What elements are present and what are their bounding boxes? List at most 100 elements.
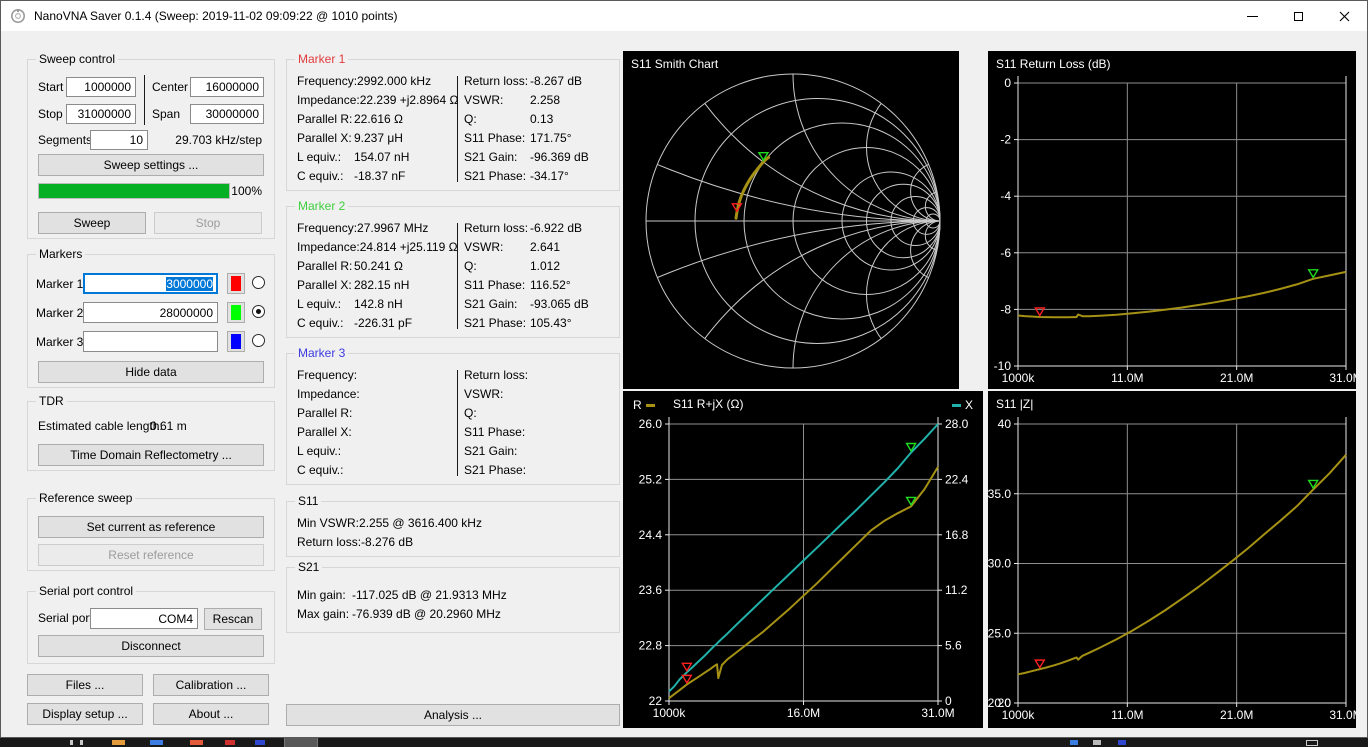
axis-tick-label: -6 <box>1000 246 1011 260</box>
sweep-button[interactable]: Sweep <box>38 212 146 234</box>
marker-data-label: Parallel R: <box>297 112 353 126</box>
marker1-frequency-input[interactable]: 3000000 <box>83 273 218 294</box>
marker-data-label: S21 Phase: <box>464 169 527 183</box>
titlebar[interactable]: NanoVNA Saver 0.1.4 (Sweep: 2019-11-02 0… <box>1 1 1367 31</box>
marker-data-row: Q: 0.13 <box>464 110 618 129</box>
marker-data-row: S21 Phase: <box>464 461 618 480</box>
about-button[interactable]: About ... <box>153 703 269 725</box>
start-input[interactable]: 1000000 <box>66 77 136 97</box>
axis-tick-label: 31.0M <box>1329 708 1356 722</box>
marker2-color-swatch[interactable] <box>227 302 245 323</box>
legend-x-label: X <box>964 398 973 412</box>
taskbar-icon[interactable] <box>255 740 265 745</box>
marker-data-label: Frequency: <box>297 368 358 382</box>
divider <box>457 370 458 476</box>
reset-reference-button[interactable]: Reset reference <box>38 544 264 566</box>
marker1-data-right-column: Return loss: -8.267 dB VSWR: 2.258 Q: 0.13 S11… <box>464 72 618 186</box>
smith-chart[interactable]: S11 Smith Chart <box>623 51 959 389</box>
axis-tick-label: 23.6 <box>639 583 663 597</box>
s11-summary-group: S11 Min VSWR: 2.255 @ 3616.400 kHz Return… <box>286 494 620 557</box>
axis-tick-label: 1000k <box>1002 371 1036 385</box>
taskbar[interactable] <box>0 738 1368 747</box>
tray-icon[interactable] <box>1070 740 1078 745</box>
display-setup-button[interactable]: Display setup ... <box>27 703 143 725</box>
marker2-frequency-input[interactable]: 28000000 <box>83 302 218 323</box>
marker-data-label: C equiv.: <box>297 316 344 330</box>
set-reference-button[interactable]: Set current as reference <box>38 516 264 538</box>
hide-data-button[interactable]: Hide data <box>38 361 264 383</box>
marker-data-value: -8.267 dB <box>530 74 583 88</box>
axis-tick-label: 11.0M <box>1111 371 1143 385</box>
marker3-radio[interactable] <box>252 334 265 347</box>
marker2-label: Marker 2 <box>36 306 84 320</box>
marker1-data-title: Marker 1 <box>295 52 349 66</box>
marker-data-label: S21 Phase: <box>464 463 527 477</box>
marker1-color-swatch[interactable] <box>227 273 245 294</box>
tray-icon[interactable] <box>1118 740 1126 745</box>
rescan-button[interactable]: Rescan <box>204 608 262 630</box>
segments-input[interactable]: 10 <box>90 130 148 150</box>
disconnect-button[interactable]: Disconnect <box>38 635 264 657</box>
marker2-data-right-column: Return loss: -6.922 dB VSWR: 2.641 Q: 1.012 S1… <box>464 219 618 333</box>
tdr-button[interactable]: Time Domain Reflectometry ... <box>38 444 264 466</box>
span-input[interactable]: 30000000 <box>190 104 264 124</box>
tray-icon[interactable] <box>1093 740 1101 745</box>
z-magnitude-chart[interactable]: S11 |Z| 40 35.0 30.0 25.0 20.0 20 1000k 11.0M 21… <box>988 391 1356 728</box>
files-button[interactable]: Files ... <box>27 674 143 696</box>
marker1-radio[interactable] <box>252 276 265 289</box>
taskbar-icon[interactable] <box>225 740 235 745</box>
reference-sweep-group: Reference sweep Set current as reference… <box>27 491 275 571</box>
marker1-color <box>231 276 241 291</box>
marker3-data-right-column: Return loss: VSWR: Q: S11 Phase: S21 Gain: S2… <box>464 366 618 480</box>
sweep-settings-button[interactable]: Sweep settings ... <box>38 154 264 176</box>
serial-port-input[interactable]: COM4 <box>90 608 198 629</box>
taskbar-icon[interactable] <box>190 740 203 745</box>
marker-data-value: 1.012 <box>530 259 561 273</box>
marker-data-value: -18.37 nF <box>354 169 406 183</box>
axis-tick-label: -8 <box>1000 302 1011 316</box>
close-button[interactable] <box>1321 1 1367 31</box>
calibration-button[interactable]: Calibration ... <box>153 674 269 696</box>
progress-fill <box>39 184 229 198</box>
marker-data-value: 105.43° <box>530 316 572 330</box>
stop-input[interactable]: 31000000 <box>66 104 136 124</box>
return-loss-chart[interactable]: S11 Return Loss (dB) 0 -2 -4 -6 -8 -10 1000k 11… <box>988 51 1356 389</box>
maximize-button[interactable] <box>1275 1 1321 31</box>
marker3-color-swatch[interactable] <box>227 331 245 352</box>
divider <box>144 75 145 125</box>
axis-tick-label: 22.8 <box>639 639 663 653</box>
tray-icon[interactable] <box>1306 740 1318 746</box>
s11-return-loss-trace <box>1017 270 1347 319</box>
rjx-chart[interactable]: R S11 R+jX (Ω) X 26.0 25.2 24.4 23.6 22.8 22 2… <box>623 391 983 728</box>
app-window: NanoVNA Saver 0.1.4 (Sweep: 2019-11-02 0… <box>0 0 1368 738</box>
marker-data-row: L equiv.: 142.8 nH <box>297 295 455 314</box>
marker-data-row: C equiv.: <box>297 461 455 480</box>
s21-summary-group: S21 Min gain: -117.025 dB @ 21.9313 MHz M… <box>286 560 620 633</box>
marker2-radio[interactable] <box>252 305 265 318</box>
progress-percent: 100% <box>231 184 262 198</box>
axis-tick-label: 16.8 <box>945 528 969 542</box>
axis-tick-label: 30.0 <box>988 557 1011 571</box>
axis-tick-label: 21.0M <box>1220 708 1253 722</box>
min-vswr-value: 2.255 @ 3616.400 kHz <box>359 516 482 530</box>
analysis-button[interactable]: Analysis ... <box>286 704 620 726</box>
center-input[interactable]: 16000000 <box>190 77 264 97</box>
marker-data-row: S21 Phase: -34.17° <box>464 167 618 186</box>
marker-data-label: Parallel R: <box>297 406 353 420</box>
minimize-button[interactable] <box>1229 1 1275 31</box>
min-gain-value: -117.025 dB @ 21.9313 MHz <box>352 588 507 602</box>
taskbar-icon[interactable] <box>150 740 163 745</box>
taskbar-active-app[interactable] <box>284 738 318 747</box>
taskbar-icon[interactable] <box>112 740 125 745</box>
axis-tick-label: 1000k <box>1002 708 1036 722</box>
marker-data-label: Parallel X: <box>297 131 352 145</box>
marker-data-row: Return loss: <box>464 366 618 385</box>
taskbar-search-fragment <box>70 740 73 745</box>
axis-tick-label: 5.6 <box>945 639 962 653</box>
marker-data-label: Impedance: <box>297 93 360 107</box>
marker-data-row: Impedance: <box>297 385 455 404</box>
axis-tick-label: 24.4 <box>639 528 663 542</box>
marker-data-label: Return loss: <box>464 74 529 88</box>
stop-button[interactable]: Stop <box>154 212 262 234</box>
marker3-frequency-input[interactable] <box>83 331 218 352</box>
